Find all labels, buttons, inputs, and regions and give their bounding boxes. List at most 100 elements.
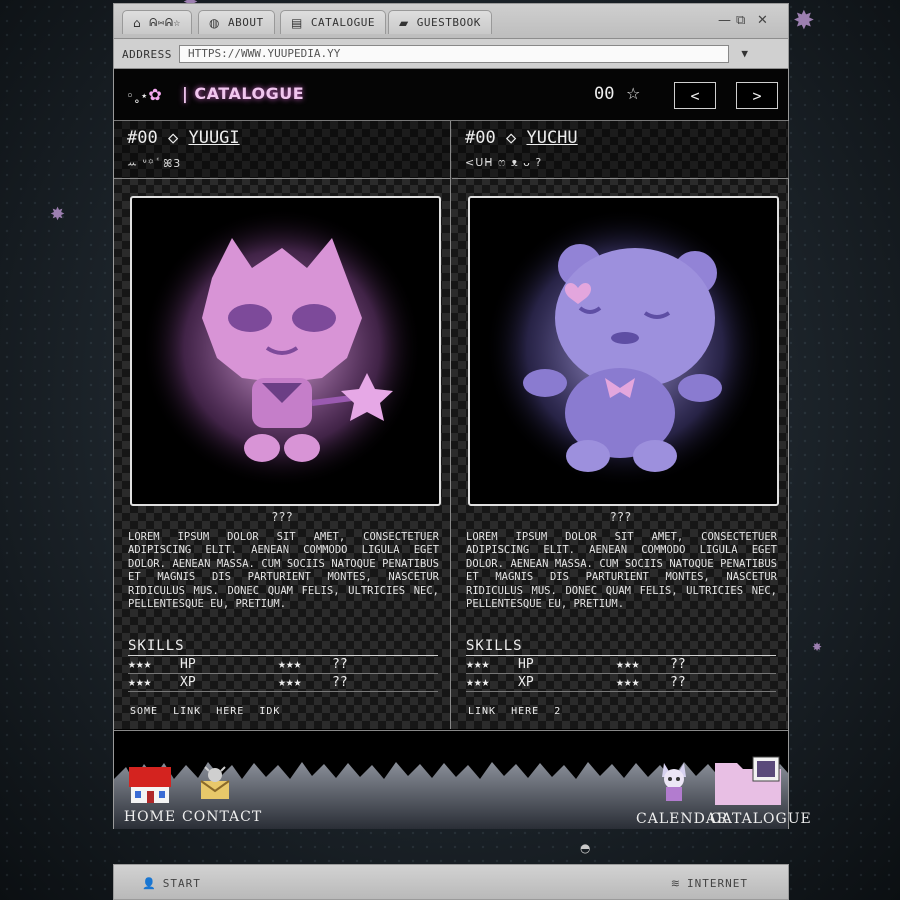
skill-row-xp: ★★★ XP ★★★ ??	[466, 674, 776, 692]
entry-links: LINK HERE 2	[468, 706, 569, 717]
address-label: ADDRESS	[122, 48, 172, 61]
tab-label: GUESTBOOK	[416, 16, 481, 29]
entry-card: #00 ◇ YUUGI ꕀ ᐡ꙳ ꙴ ꕤ3 ??? LOREM IPSUM DO…	[114, 121, 451, 729]
document-icon: ▤	[291, 15, 303, 30]
entry-link[interactable]: HERE	[216, 706, 244, 717]
desktop-dock: HOME CONTACT CALENDAR CATALOGUE	[114, 730, 812, 829]
start-button[interactable]: 👤 START	[142, 877, 201, 890]
catalogue-label: CATALOGUE	[710, 811, 812, 827]
image-caption: ???	[609, 510, 632, 524]
user-icon: 👤	[142, 877, 157, 890]
prev-button[interactable]: <	[674, 82, 716, 109]
entry-link[interactable]: IDK	[259, 706, 280, 717]
entry-link[interactable]: HERE	[511, 706, 539, 717]
skill-stars: ★★★	[278, 675, 302, 690]
close-button[interactable]: ✕	[757, 13, 768, 28]
calendar-shortcut[interactable]: CALENDAR	[636, 759, 729, 827]
entry-link[interactable]: SOME	[130, 706, 158, 717]
skill-row-hp: ★★★ HP ★★★ ??	[128, 656, 438, 674]
taskbar: 👤 START ≋ INTERNET	[113, 864, 789, 900]
skill-value: ??	[670, 675, 686, 690]
wifi-icon: ≋	[670, 877, 682, 890]
entry-link[interactable]: LINK	[468, 706, 496, 717]
skill-name: XP	[518, 675, 534, 690]
tab-catalogue[interactable]: ▤ CATALOGUE	[280, 10, 386, 34]
tab-label: ABOUT	[227, 16, 264, 29]
entry-description: Lorem ipsum dolor sit amet, consectetuer…	[128, 531, 439, 611]
skill-name: XP	[180, 675, 196, 690]
entry-link[interactable]: 2	[554, 706, 561, 717]
tab-about[interactable]: ◍ ABOUT	[198, 10, 275, 34]
contact-icon	[200, 766, 230, 799]
restore-button[interactable]: ⧉	[736, 13, 745, 28]
entry-title: #00 ◇ YUUGI	[127, 128, 240, 148]
internet-status[interactable]: ≋ INTERNET	[671, 877, 748, 890]
star-icon[interactable]: ☆	[626, 84, 640, 103]
chat-icon: ▰	[399, 15, 409, 30]
skills-heading: SKILLS	[128, 638, 438, 656]
character-image-yuugi	[130, 196, 441, 506]
header-decoration: ◦˳⋆✿	[126, 85, 162, 104]
entry-glyphs: ꕀ ᐡ꙳ ꙴ ꕤ3	[127, 157, 182, 170]
small-creature-icon: ◓	[580, 841, 591, 855]
catalogue-shortcut[interactable]: CATALOGUE	[710, 755, 812, 827]
entry-title: #00 ◇ YUCHU	[465, 128, 578, 148]
entry-glyphs: <ᑌᕼ ෆ ᴥ ᴗ ?	[465, 156, 543, 169]
image-caption: ???	[271, 510, 293, 524]
skill-name: HP	[180, 657, 196, 672]
home-label: HOME	[123, 809, 177, 825]
entry-name-link[interactable]: YUCHU	[526, 128, 577, 148]
home-icon: ⌂	[133, 15, 142, 30]
entry-links: SOME LINK HERE IDK	[130, 706, 288, 717]
entry-name-link[interactable]: YUUGI	[188, 128, 239, 148]
skill-name: HP	[518, 657, 534, 672]
address-input[interactable]: HTTPS://WWW.YUUPEDIA.YY	[179, 45, 729, 63]
tab-guestbook[interactable]: ▰ GUESTBOOK	[388, 10, 492, 34]
skill-row-xp: ★★★ XP ★★★ ??	[128, 674, 438, 692]
character-image-yuchu	[468, 196, 779, 506]
skill-stars: ★★★	[128, 675, 152, 690]
start-label: START	[162, 877, 201, 890]
skills-heading: SKILLS	[466, 638, 776, 656]
address-dropdown-icon[interactable]: ▼	[741, 47, 748, 60]
entry-header: #00 ◇ YUUGI ꕀ ᐡ꙳ ꙴ ꕤ3	[114, 121, 450, 179]
favorite-count: 00	[594, 84, 615, 104]
skill-stars: ★★★	[466, 675, 490, 690]
entry-header: #00 ◇ YUCHU <ᑌᕼ ෆ ᴥ ᴗ ?	[452, 121, 789, 179]
skill-stars: ★★★	[616, 657, 640, 672]
entry-description: Lorem ipsum dolor sit amet, consectetuer…	[466, 531, 777, 611]
tab-label: CATALOGUE	[310, 16, 375, 29]
contact-label: CONTACT	[182, 809, 263, 825]
entry-card: #00 ◇ YUCHU <ᑌᕼ ෆ ᴥ ᴗ ? ??? LOREM IPSUM …	[452, 121, 789, 729]
catalogue-panels: #00 ◇ YUUGI ꕀ ᐡ꙳ ꙴ ꕤ3 ??? LOREM IPSUM DO…	[114, 121, 789, 729]
tab-label: ᕱ⑅ᕱ☆	[149, 15, 181, 29]
catalogue-header: ◦˳⋆✿ | CATALOGUE 00 ☆ < >	[114, 69, 788, 121]
skill-value: ??	[332, 675, 348, 690]
house-icon	[129, 767, 171, 803]
title-bar: ⌂ ᕱ⑅ᕱ☆ ◍ ABOUT ▤ CATALOGUE ▰ GUESTBOOK —…	[114, 4, 788, 39]
skill-stars: ★★★	[466, 657, 490, 672]
skill-value: ??	[332, 657, 348, 672]
contact-shortcut[interactable]: CONTACT	[182, 765, 263, 825]
tab-home[interactable]: ⌂ ᕱ⑅ᕱ☆	[122, 10, 192, 34]
skill-stars: ★★★	[278, 657, 302, 672]
skill-row-hp: ★★★ HP ★★★ ??	[466, 656, 776, 674]
flower-icon: ✿	[148, 85, 162, 104]
skill-stars: ★★★	[616, 675, 640, 690]
browser-window: ⌂ ᕱ⑅ᕱ☆ ◍ ABOUT ▤ CATALOGUE ▰ GUESTBOOK —…	[113, 3, 812, 829]
sparkle-decoration: ✸	[812, 640, 823, 654]
sparkle-decoration: ✸	[793, 6, 815, 36]
calendar-label: CALENDAR	[636, 811, 729, 827]
skill-value: ??	[670, 657, 686, 672]
address-bar: ADDRESS HTTPS://WWW.YUUPEDIA.YY ▼	[114, 39, 788, 69]
sparkle-decoration: ✸	[50, 204, 66, 225]
internet-label: INTERNET	[687, 877, 748, 890]
entry-link[interactable]: LINK	[173, 706, 201, 717]
next-button[interactable]: >	[736, 82, 778, 109]
skill-stars: ★★★	[128, 657, 152, 672]
home-shortcut[interactable]: HOME	[122, 761, 178, 825]
minimize-button[interactable]: —	[718, 13, 731, 28]
globe-icon: ◍	[209, 15, 220, 30]
folder-icon	[715, 756, 781, 805]
page-title: | CATALOGUE	[182, 84, 305, 103]
